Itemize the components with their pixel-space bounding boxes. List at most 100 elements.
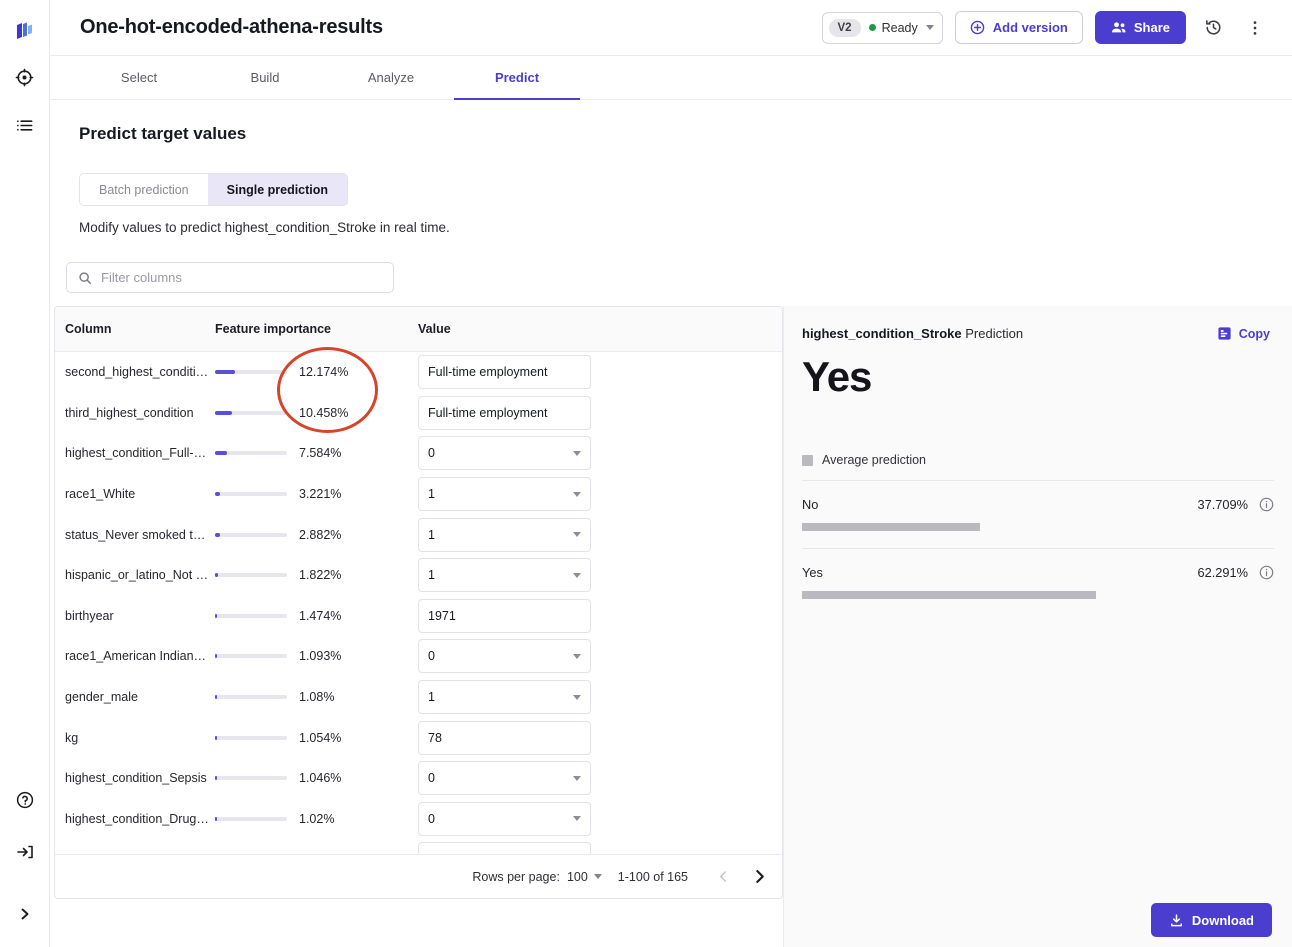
value-select[interactable]: 1 — [418, 680, 591, 715]
prediction-class-label: No — [802, 497, 819, 512]
share-label: Share — [1133, 20, 1170, 35]
chevron-down-icon — [573, 491, 581, 497]
table-row: highest_condition_Drug o… 1.02% 0 — [55, 799, 782, 840]
importance-percent: 12.174% — [299, 365, 349, 380]
info-icon[interactable] — [1259, 497, 1274, 512]
table-row: second_highest_condition 12.174% Full-time… — [55, 352, 782, 393]
filter-columns-field[interactable] — [66, 262, 394, 293]
cell-feature-importance: 1.046% — [215, 771, 418, 785]
cell-feature-importance: 1.474% — [215, 609, 418, 623]
prediction-verdict: Yes — [802, 353, 872, 400]
expand-sidebar-chevron-right-icon[interactable] — [8, 897, 42, 931]
prediction-row-gap — [784, 599, 1292, 616]
table-row-partial — [55, 839, 782, 855]
value-input[interactable]: 78 — [418, 720, 591, 755]
prediction-row: Yes 62.291% — [802, 548, 1274, 599]
search-input[interactable] — [101, 270, 382, 285]
importance-bar-track — [215, 613, 287, 618]
importance-percent: 1.08% — [299, 690, 335, 705]
sign-out-icon[interactable] — [8, 835, 42, 869]
status-label: Ready — [881, 20, 918, 35]
batch-prediction-tab[interactable]: Batch prediction — [80, 174, 208, 205]
download-button[interactable]: Download — [1150, 903, 1272, 937]
cell-value: Full-time employment — [418, 355, 782, 390]
add-version-button[interactable]: Add version — [954, 11, 1083, 44]
importance-percent: 1.046% — [299, 771, 342, 786]
value-select[interactable]: 1 — [418, 558, 591, 593]
legend-label: Average prediction — [822, 453, 927, 467]
importance-percent: 3.221% — [299, 487, 342, 502]
more-vertical-icon[interactable] — [1240, 13, 1270, 43]
value-text: 0 — [428, 446, 435, 461]
version-status-dropdown[interactable]: V2 Ready — [821, 11, 943, 44]
single-prediction-tab[interactable]: Single prediction — [207, 174, 348, 205]
rows-per-page-value: 100 — [566, 869, 588, 884]
importance-bar-track — [215, 573, 287, 578]
importance-bar-fill — [215, 573, 218, 578]
value-text: 1 — [428, 690, 435, 705]
prediction-bar-track — [802, 591, 1274, 599]
column-header-column: Column — [65, 322, 112, 336]
app-logo-icon[interactable] — [11, 18, 39, 46]
cell-column-name: hispanic_or_latino_Not Hi… — [65, 568, 215, 583]
cell-value: Full-time employment — [418, 395, 782, 430]
importance-bar-track — [215, 654, 287, 659]
value-select[interactable]: 0 — [418, 761, 591, 796]
chevron-right-icon[interactable] — [750, 868, 768, 886]
value-input[interactable]: Full-time employment — [418, 355, 591, 390]
column-header-value: Value — [418, 322, 451, 336]
pagination-range: 1-100 of 165 — [617, 869, 688, 884]
cell-column-name: third_highest_condition — [65, 405, 194, 420]
cell-feature-importance: 1.054% — [215, 731, 418, 745]
chevron-down-icon — [573, 816, 581, 822]
pager-controls — [714, 868, 768, 886]
importance-bar-fill — [215, 451, 228, 456]
tab-build[interactable]: Build — [202, 56, 328, 99]
chevron-down-icon — [573, 450, 581, 456]
people-icon — [1111, 22, 1126, 33]
value-select[interactable]: 1 — [418, 517, 591, 552]
list-icon[interactable] — [8, 108, 42, 142]
chevron-down-icon — [573, 694, 581, 700]
cell-value: 0 — [418, 761, 782, 796]
instruction-text: Modify values to predict highest_conditi… — [79, 220, 450, 235]
prediction-bar-fill — [802, 523, 980, 531]
share-button[interactable]: Share — [1094, 11, 1186, 44]
value-select[interactable]: 1 — [418, 477, 591, 512]
cell-feature-importance: 1.822% — [215, 568, 418, 582]
history-clock-icon[interactable] — [1198, 13, 1228, 43]
tab-select[interactable]: Select — [76, 56, 202, 99]
value-text: 1 — [428, 487, 435, 502]
value-select[interactable]: 0 — [418, 801, 591, 836]
help-circle-icon[interactable] — [8, 783, 42, 817]
prediction-row-header: No 37.709% — [802, 497, 1274, 512]
tab-predict[interactable]: Predict — [454, 56, 580, 100]
importance-bar-fill — [215, 370, 235, 375]
table-row: highest_condition_Full-ti… 7.584% 0 — [55, 433, 782, 474]
main-content: Predict target values Batch prediction S… — [50, 100, 1292, 947]
prediction-percent: 37.709% — [1197, 497, 1248, 512]
value-select[interactable]: 0 — [418, 436, 591, 471]
value-input[interactable]: Full-time employment — [418, 395, 591, 430]
copy-button[interactable]: Copy — [1217, 326, 1270, 341]
cell-value: 0 — [418, 639, 782, 674]
version-badge: V2 — [828, 18, 861, 37]
importance-percent: 1.02% — [299, 811, 335, 826]
value-text: 1 — [428, 568, 435, 583]
value-input[interactable]: 1971 — [418, 598, 591, 633]
tab-analyze[interactable]: Analyze — [328, 56, 454, 99]
model-target-icon[interactable] — [8, 60, 42, 94]
importance-bar-track — [215, 816, 287, 821]
importance-bar-track — [215, 776, 287, 781]
chevron-down-icon — [573, 775, 581, 781]
importance-bar-fill — [215, 532, 220, 537]
value-text: 0 — [428, 811, 435, 826]
table-row: kg 1.054% 78 — [55, 717, 782, 758]
rows-per-page-select[interactable]: 100 — [567, 870, 602, 884]
cell-value: 1 — [418, 680, 782, 715]
value-text: 1971 — [428, 608, 456, 623]
prediction-bar-track — [802, 523, 1274, 531]
info-icon[interactable] — [1259, 565, 1274, 580]
value-select[interactable]: 0 — [418, 639, 591, 674]
cell-column-name: gender_male — [65, 690, 138, 705]
